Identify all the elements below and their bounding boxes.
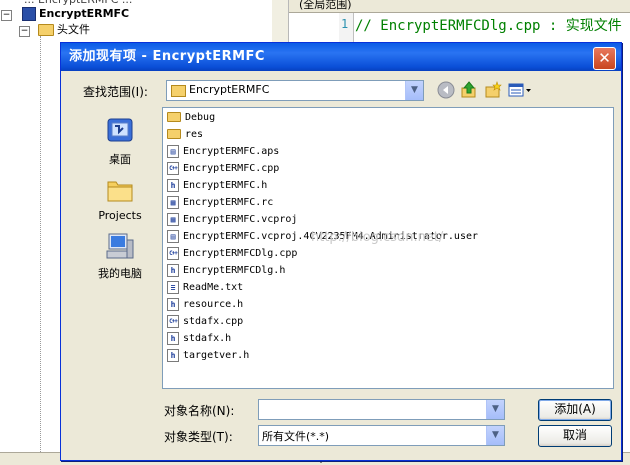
code-comment-line: // EncryptERMFCDlg.cpp : 实现文件 bbox=[355, 18, 622, 34]
my-computer-icon bbox=[106, 233, 134, 259]
file-item[interactable]: ≡ ReadMe.txt bbox=[167, 280, 243, 296]
desktop-icon bbox=[107, 118, 133, 142]
file-item[interactable]: C++ EncryptERMFC.cpp bbox=[167, 161, 279, 177]
file-item[interactable]: h targetver.h bbox=[167, 348, 249, 364]
aps-file-icon: ▤ bbox=[167, 144, 179, 158]
places-bar: 桌面 Projects 我的电脑 bbox=[80, 109, 160, 339]
object-name-input[interactable]: ▼ bbox=[258, 399, 505, 420]
folder-icon bbox=[167, 129, 181, 139]
place-desktop[interactable]: 桌面 bbox=[80, 117, 160, 167]
file-name: EncryptERMFCDlg.h bbox=[183, 265, 286, 276]
header-file-icon: h bbox=[167, 263, 179, 277]
object-type-select[interactable]: 所有文件(*.*) ▼ bbox=[258, 425, 505, 446]
close-button[interactable]: ✕ bbox=[593, 47, 616, 70]
folder-icon bbox=[171, 85, 186, 97]
tree-guide-line bbox=[40, 36, 42, 456]
look-in-combo[interactable]: EncryptERMFC ▼ bbox=[166, 80, 424, 101]
chevron-down-icon[interactable]: ▼ bbox=[486, 426, 504, 445]
cpp-file-icon: C++ bbox=[167, 161, 179, 175]
views-menu-icon bbox=[508, 83, 531, 97]
file-name: ReadMe.txt bbox=[183, 282, 244, 293]
dialog-titlebar[interactable]: 添加现有项 - EncryptERMFC ✕ bbox=[61, 43, 621, 71]
folder-icon bbox=[107, 181, 133, 202]
file-name: EncryptERMFC.aps bbox=[183, 146, 280, 157]
project-icon bbox=[22, 7, 36, 21]
chevron-down-icon[interactable]: ▼ bbox=[405, 81, 423, 100]
file-name: Debug bbox=[185, 112, 216, 123]
line-number: 1 bbox=[341, 17, 349, 31]
user-file-icon: ▤ bbox=[167, 229, 179, 243]
look-in-label: 查找范围(I): bbox=[83, 85, 148, 99]
file-name: EncryptERMFC.rc bbox=[183, 197, 274, 208]
object-type-value: 所有文件(*.*) bbox=[262, 430, 330, 443]
tree-collapse-toggle-headers[interactable]: − bbox=[19, 26, 30, 37]
close-icon: ✕ bbox=[598, 49, 611, 67]
header-file-icon: h bbox=[167, 348, 179, 362]
add-existing-item-dialog: 添加现有项 - EncryptERMFC ✕ 查找范围(I): EncryptE… bbox=[60, 42, 622, 461]
watermark-text: http://blog.csdn.net/ bbox=[311, 230, 444, 245]
place-my-computer[interactable]: 我的电脑 bbox=[80, 231, 160, 281]
place-desktop-label: 桌面 bbox=[109, 153, 131, 166]
text-file-icon: ≡ bbox=[167, 280, 179, 294]
object-type-label: 对象类型(T): bbox=[164, 430, 233, 444]
views-menu-button[interactable] bbox=[507, 81, 533, 99]
file-name: stdafx.h bbox=[183, 333, 232, 344]
back-button[interactable] bbox=[436, 81, 456, 99]
file-name: EncryptERMFC.h bbox=[183, 180, 268, 191]
scope-combo[interactable]: (全局范围) bbox=[289, 0, 630, 13]
file-item[interactable]: C++ EncryptERMFCDlg.cpp bbox=[167, 246, 297, 262]
tree-item-header-files[interactable]: 头文件 bbox=[38, 22, 90, 38]
file-item[interactable]: h EncryptERMFC.h bbox=[167, 178, 267, 194]
header-file-icon: h bbox=[167, 331, 179, 345]
file-item[interactable]: res bbox=[167, 127, 203, 143]
up-one-level-button[interactable] bbox=[459, 81, 479, 99]
file-item[interactable]: h stdafx.h bbox=[167, 331, 231, 347]
file-name: EncryptERMFC.cpp bbox=[183, 163, 280, 174]
new-folder-icon bbox=[485, 81, 502, 98]
file-name: targetver.h bbox=[183, 350, 250, 361]
file-name: EncryptERMFC.vcproj bbox=[183, 214, 298, 225]
up-folder-icon bbox=[461, 81, 476, 98]
header-file-icon: h bbox=[167, 297, 179, 311]
tree-item-project[interactable]: EncryptERMFC bbox=[22, 6, 129, 22]
file-item[interactable]: ▦ EncryptERMFC.vcproj bbox=[167, 212, 297, 228]
project-file-icon: ▦ bbox=[167, 212, 179, 226]
cancel-button[interactable]: 取消 bbox=[538, 425, 612, 447]
look-in-value: EncryptERMFC bbox=[189, 83, 270, 96]
file-name: resource.h bbox=[183, 299, 244, 310]
add-button[interactable]: 添加(A) bbox=[538, 399, 612, 421]
file-item[interactable]: Debug bbox=[167, 110, 215, 126]
tree-collapse-toggle[interactable]: − bbox=[1, 10, 12, 21]
file-name: res bbox=[185, 129, 204, 140]
header-files-label: 头文件 bbox=[57, 23, 90, 36]
cpp-file-icon: C++ bbox=[167, 314, 179, 328]
chevron-down-icon[interactable]: ▼ bbox=[486, 400, 504, 419]
rc-file-icon: ▦ bbox=[167, 195, 179, 209]
file-item[interactable]: h EncryptERMFCDlg.h bbox=[167, 263, 285, 279]
back-arrow-icon bbox=[437, 81, 455, 99]
dialog-title: 添加现有项 - EncryptERMFC bbox=[69, 49, 265, 64]
project-label: EncryptERMFC bbox=[39, 7, 130, 20]
folder-icon bbox=[167, 112, 181, 122]
object-name-label: 对象名称(N): bbox=[164, 404, 235, 418]
file-item[interactable]: h resource.h bbox=[167, 297, 243, 313]
file-list[interactable]: Debug res ▤ EncryptERMFC.aps C++ EncryptERMFC… bbox=[162, 107, 614, 389]
file-name: EncryptERMFCDlg.cpp bbox=[183, 248, 298, 259]
file-item[interactable]: C++ stdafx.cpp bbox=[167, 314, 243, 330]
file-item[interactable]: ▦ EncryptERMFC.rc bbox=[167, 195, 273, 211]
folder-icon bbox=[38, 24, 54, 36]
place-projects-label: Projects bbox=[98, 209, 142, 222]
place-my-computer-label: 我的电脑 bbox=[98, 267, 142, 280]
header-file-icon: h bbox=[167, 178, 179, 192]
new-folder-button[interactable] bbox=[483, 81, 503, 99]
place-projects[interactable]: Projects bbox=[80, 175, 160, 222]
file-name: stdafx.cpp bbox=[183, 316, 244, 327]
file-item[interactable]: ▤ EncryptERMFC.aps bbox=[167, 144, 279, 160]
cpp-file-icon: C++ bbox=[167, 246, 179, 260]
